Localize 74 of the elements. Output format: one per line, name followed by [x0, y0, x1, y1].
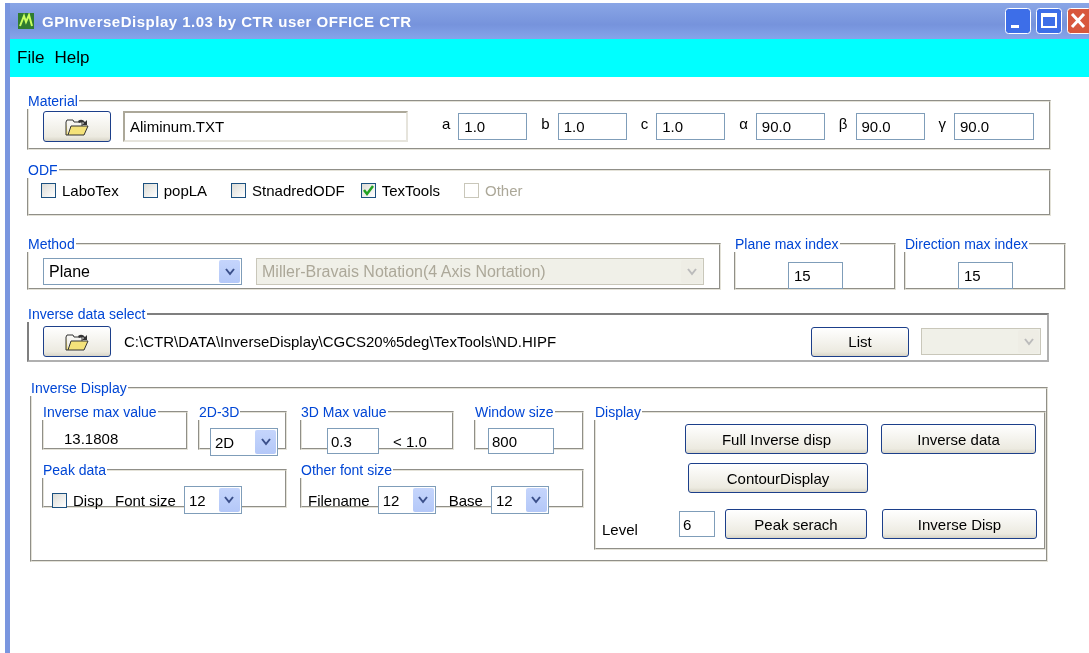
file-path: C:\CTR\DATA\InverseDisplay\CGCS20%5deg\TexTools\ND.HIPF: [124, 333, 557, 350]
window-size-field[interactable]: 800: [488, 428, 554, 454]
group-label: 3D Max value: [300, 404, 388, 420]
peak-search-button[interactable]: Peak serach: [725, 509, 867, 539]
caret-icon: [259, 438, 272, 446]
checkbox[interactable]: popLA: [142, 182, 208, 199]
caret-icon: [1022, 337, 1035, 346]
group-label: ODF: [27, 162, 59, 178]
group-label: Method: [27, 236, 76, 252]
font-size-dropdown[interactable]: 12: [183, 486, 242, 514]
caret-icon: [223, 496, 236, 504]
group-label: 2D-3D: [198, 404, 241, 420]
menu-item[interactable]: Help: [49, 48, 95, 68]
file-name-field[interactable]: Aliminum.TXT: [123, 111, 408, 142]
check-icon: [361, 184, 375, 197]
group-label: Plane max index: [734, 236, 840, 252]
direction-index-field[interactable]: 15: [958, 262, 1013, 289]
font-size-dropdown[interactable]: 12: [490, 486, 549, 514]
parameter-label: β: [838, 115, 848, 132]
window-title: GPInverseDisplay 1.03 by CTR user OFFICE CTR: [42, 12, 412, 30]
parameter-label: a: [442, 115, 451, 132]
checkbox[interactable]: TexTools: [360, 182, 440, 199]
maximize-button[interactable]: [1036, 8, 1062, 34]
parameter-field[interactable]: 1.0: [656, 113, 726, 140]
plane-index-field[interactable]: 15: [788, 262, 843, 289]
group-label: Peak data: [42, 462, 108, 478]
base-label: Base: [448, 491, 483, 509]
parameter-label: γ: [938, 115, 946, 132]
minimize-button[interactable]: [1005, 8, 1031, 34]
group-label: Inverse data select: [27, 306, 147, 322]
full-inverse-button[interactable]: Full Inverse disp: [685, 424, 868, 454]
group-label: Inverse Display: [30, 380, 128, 396]
group-label: Direction max index: [904, 236, 1029, 252]
open-file-button[interactable]: [43, 111, 111, 142]
inverse-disp-button[interactable]: Inverse Disp: [882, 509, 1037, 539]
caret-icon: [685, 267, 698, 276]
level-label: Level: [602, 520, 639, 538]
caret-icon: [530, 496, 543, 504]
folder-icon: [65, 117, 89, 136]
contour-display-button[interactable]: ContourDisplay: [688, 463, 868, 493]
close-button[interactable]: [1067, 8, 1089, 34]
group-label: Inverse max value: [42, 404, 158, 420]
parameter-field[interactable]: 1.0: [458, 113, 528, 140]
group-label: Material: [27, 93, 79, 109]
dimension-dropdown[interactable]: 2D: [210, 428, 278, 456]
list-button[interactable]: List: [811, 326, 909, 357]
open-file-button[interactable]: [43, 326, 111, 357]
parameter-field[interactable]: 90.0: [954, 113, 1034, 140]
checkbox[interactable]: LaboTex: [41, 182, 119, 199]
group-label: Window size: [474, 404, 555, 420]
disp-checkbox[interactable]: Disp: [52, 491, 103, 509]
parameter-field[interactable]: 1.0: [557, 113, 627, 140]
inverse-data-button[interactable]: Inverse data: [881, 424, 1036, 454]
parameter-field[interactable]: 90.0: [755, 113, 825, 140]
max-value: 13.1808: [63, 429, 120, 447]
caret-icon: [417, 496, 430, 504]
parameter-label: α: [739, 115, 748, 132]
app-icon: [18, 13, 34, 29]
limit-label: < 1.0: [393, 432, 427, 450]
group-label: Display: [594, 404, 642, 420]
folder-icon: [65, 332, 89, 351]
parameter-label: c: [640, 115, 649, 132]
menu-item[interactable]: File: [12, 48, 50, 68]
font-size-label: Font size: [115, 491, 176, 509]
parameter-field[interactable]: 90.0: [855, 113, 925, 140]
group-label: Other font size: [300, 462, 394, 478]
level-field[interactable]: 6: [679, 511, 715, 537]
max-3d-field[interactable]: 0.3: [327, 428, 379, 454]
checkbox[interactable]: StnadredODF: [231, 182, 345, 199]
caret-icon: [223, 267, 236, 276]
font-size-dropdown[interactable]: 12: [377, 486, 436, 514]
filename-label: Filename: [308, 491, 370, 509]
method-dropdown[interactable]: Plane: [43, 258, 242, 285]
parameter-label: b: [541, 115, 550, 132]
